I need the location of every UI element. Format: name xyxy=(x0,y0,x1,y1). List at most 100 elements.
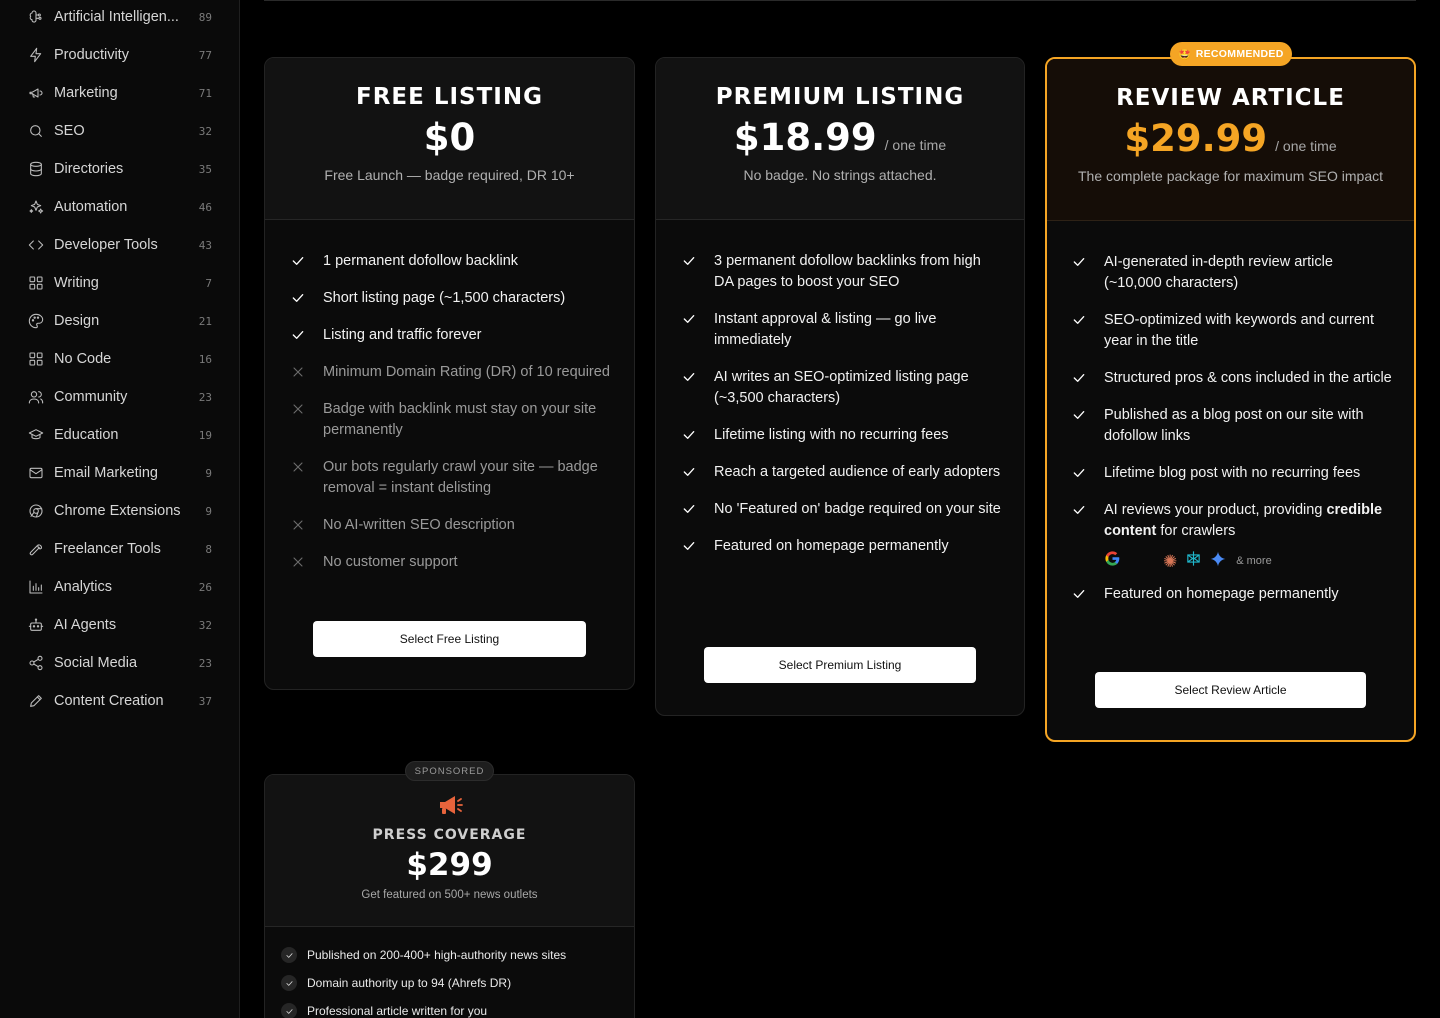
feature-item: Featured on homepage permanently xyxy=(681,536,1001,557)
sidebar-item-marketing[interactable]: Marketing 71 xyxy=(18,76,224,110)
gemini-icon xyxy=(1210,551,1226,572)
sidebar-item-label: Social Media xyxy=(54,655,138,671)
crawler-logos: ✺ & more xyxy=(1104,550,1393,572)
feature-list: 3 permanent dofollow backlinks from high… xyxy=(681,251,1001,573)
sidebar-item-label: Chrome Extensions xyxy=(54,503,181,519)
feature-item: Lifetime blog post with no recurring fee… xyxy=(1071,463,1393,484)
review-article-card: REVIEW ARTICLE $29.99 / one time The com… xyxy=(1045,57,1416,742)
x-icon xyxy=(290,554,306,570)
premium-listing-card: PREMIUM LISTING $18.99 / one time No bad… xyxy=(655,57,1025,716)
sidebar-item-count: 43 xyxy=(198,238,212,252)
sidebar-item-count: 89 xyxy=(198,10,212,24)
sidebar-item-productivity[interactable]: Productivity 77 xyxy=(18,38,224,72)
database-icon xyxy=(28,161,44,177)
check-icon xyxy=(1071,370,1087,386)
plan-title: PREMIUM LISTING xyxy=(715,84,965,110)
sidebar-item-count: 23 xyxy=(198,390,212,404)
sidebar: Artificial Intelligen... 89 Productivity 77… xyxy=(0,0,240,1018)
recommended-badge: 🤩 RECOMMENDED xyxy=(1170,42,1292,66)
sidebar-item-education[interactable]: Education 19 xyxy=(18,418,224,452)
check-circle-icon xyxy=(281,1003,297,1018)
sidebar-item-analytics[interactable]: Analytics 26 xyxy=(18,570,224,604)
card-header: PRESS COVERAGE $299 Get featured on 500+… xyxy=(265,775,634,927)
sidebar-item-label: Productivity xyxy=(54,47,129,63)
feature-text: 3 permanent dofollow backlinks from high… xyxy=(714,253,981,290)
check-icon xyxy=(681,369,697,385)
wrench-icon xyxy=(28,541,44,557)
sidebar-item-artificial-intelligen[interactable]: Artificial Intelligen... 89 xyxy=(18,0,224,34)
sidebar-item-community[interactable]: Community 23 xyxy=(18,380,224,414)
grid-icon xyxy=(28,275,44,291)
feature-item: Our bots regularly crawl your site — bad… xyxy=(290,457,620,499)
sidebar-item-freelancer-tools[interactable]: Freelancer Tools 8 xyxy=(18,532,224,566)
star-struck-emoji-icon: 🤩 xyxy=(1178,48,1192,61)
check-icon xyxy=(1071,407,1087,423)
sidebar-item-label: Marketing xyxy=(54,85,118,101)
sidebar-item-label: Artificial Intelligen... xyxy=(54,9,179,25)
sidebar-item-email-marketing[interactable]: Email Marketing 9 xyxy=(18,456,224,490)
sidebar-item-count: 32 xyxy=(198,124,212,138)
sidebar-item-ai-agents[interactable]: AI Agents 32 xyxy=(18,608,224,642)
select-premium-listing-button[interactable]: Select Premium Listing xyxy=(704,647,976,683)
brain-icon xyxy=(28,9,44,25)
select-review-article-button[interactable]: Select Review Article xyxy=(1095,672,1366,708)
sidebar-item-count: 9 xyxy=(205,504,212,518)
sidebar-item-no-code[interactable]: No Code 16 xyxy=(18,342,224,376)
plan-title: PRESS COVERAGE xyxy=(372,827,527,843)
feature-text: Lifetime blog post with no recurring fee… xyxy=(1104,465,1361,481)
feature-text: AI writes an SEO-optimized listing page … xyxy=(714,369,969,406)
feature-item: 1 permanent dofollow backlink xyxy=(290,251,620,272)
sidebar-item-count: 7 xyxy=(205,276,212,290)
mail-icon xyxy=(28,465,44,481)
free-listing-card: FREE LISTING $0 Free Launch — badge requ… xyxy=(264,57,635,690)
sidebar-item-content-creation[interactable]: Content Creation 37 xyxy=(18,684,224,718)
card-header: PREMIUM LISTING $18.99 / one time No bad… xyxy=(656,58,1024,220)
sidebar-item-directories[interactable]: Directories 35 xyxy=(18,152,224,186)
sidebar-item-count: 77 xyxy=(198,48,212,62)
sidebar-item-label: SEO xyxy=(54,123,85,139)
sidebar-item-writing[interactable]: Writing 7 xyxy=(18,266,224,300)
sidebar-item-social-media[interactable]: Social Media 23 xyxy=(18,646,224,680)
sidebar-item-label: Education xyxy=(54,427,119,443)
check-circle-icon xyxy=(281,975,297,991)
google-icon xyxy=(1104,550,1121,572)
sidebar-item-count: 9 xyxy=(205,466,212,480)
select-free-listing-button[interactable]: Select Free Listing xyxy=(313,621,586,657)
sidebar-item-label: Design xyxy=(54,313,100,329)
check-icon xyxy=(290,290,306,306)
feature-item: Listing and traffic forever xyxy=(290,325,620,346)
sidebar-item-count: 21 xyxy=(198,314,212,328)
sidebar-item-developer-tools[interactable]: Developer Tools 43 xyxy=(18,228,224,262)
feature-text: Professional article written for you xyxy=(307,1004,488,1018)
feature-item: Featured on homepage permanently xyxy=(1071,584,1393,605)
check-icon xyxy=(1071,254,1087,270)
sparkles-icon xyxy=(28,199,44,215)
sidebar-item-label: No Code xyxy=(54,351,112,367)
users-icon xyxy=(28,389,44,405)
x-icon xyxy=(290,364,306,380)
search-icon xyxy=(28,123,44,139)
sidebar-item-label: Writing xyxy=(54,275,99,291)
feature-text: Featured on homepage permanently xyxy=(1104,586,1339,602)
check-icon xyxy=(681,311,697,327)
feature-text: Lifetime listing with no recurring fees xyxy=(714,427,949,443)
sidebar-item-seo[interactable]: SEO 32 xyxy=(18,114,224,148)
plan-price: $18.99 xyxy=(733,116,877,159)
perplexity-icon xyxy=(1185,550,1202,572)
feature-text: No AI-written SEO description xyxy=(323,517,515,533)
zap-icon xyxy=(28,47,44,63)
sidebar-item-count: 19 xyxy=(198,428,212,442)
check-icon xyxy=(681,538,697,554)
feature-item: AI-generated in-depth review article (~1… xyxy=(1071,252,1393,294)
card-header: FREE LISTING $0 Free Launch — badge requ… xyxy=(265,58,634,220)
feature-item: No 'Featured on' badge required on your … xyxy=(681,499,1001,520)
sidebar-item-chrome-extensions[interactable]: Chrome Extensions 9 xyxy=(18,494,224,528)
sidebar-item-automation[interactable]: Automation 46 xyxy=(18,190,224,224)
sidebar-item-count: 71 xyxy=(198,86,212,100)
feature-text: No 'Featured on' badge required on your … xyxy=(714,501,1001,517)
sidebar-item-count: 23 xyxy=(198,656,212,670)
sidebar-item-design[interactable]: Design 21 xyxy=(18,304,224,338)
feature-text: Featured on homepage permanently xyxy=(714,538,949,554)
feature-text: Minimum Domain Rating (DR) of 10 require… xyxy=(323,364,610,380)
feature-item: Published on 200-400+ high-authority new… xyxy=(281,941,621,969)
